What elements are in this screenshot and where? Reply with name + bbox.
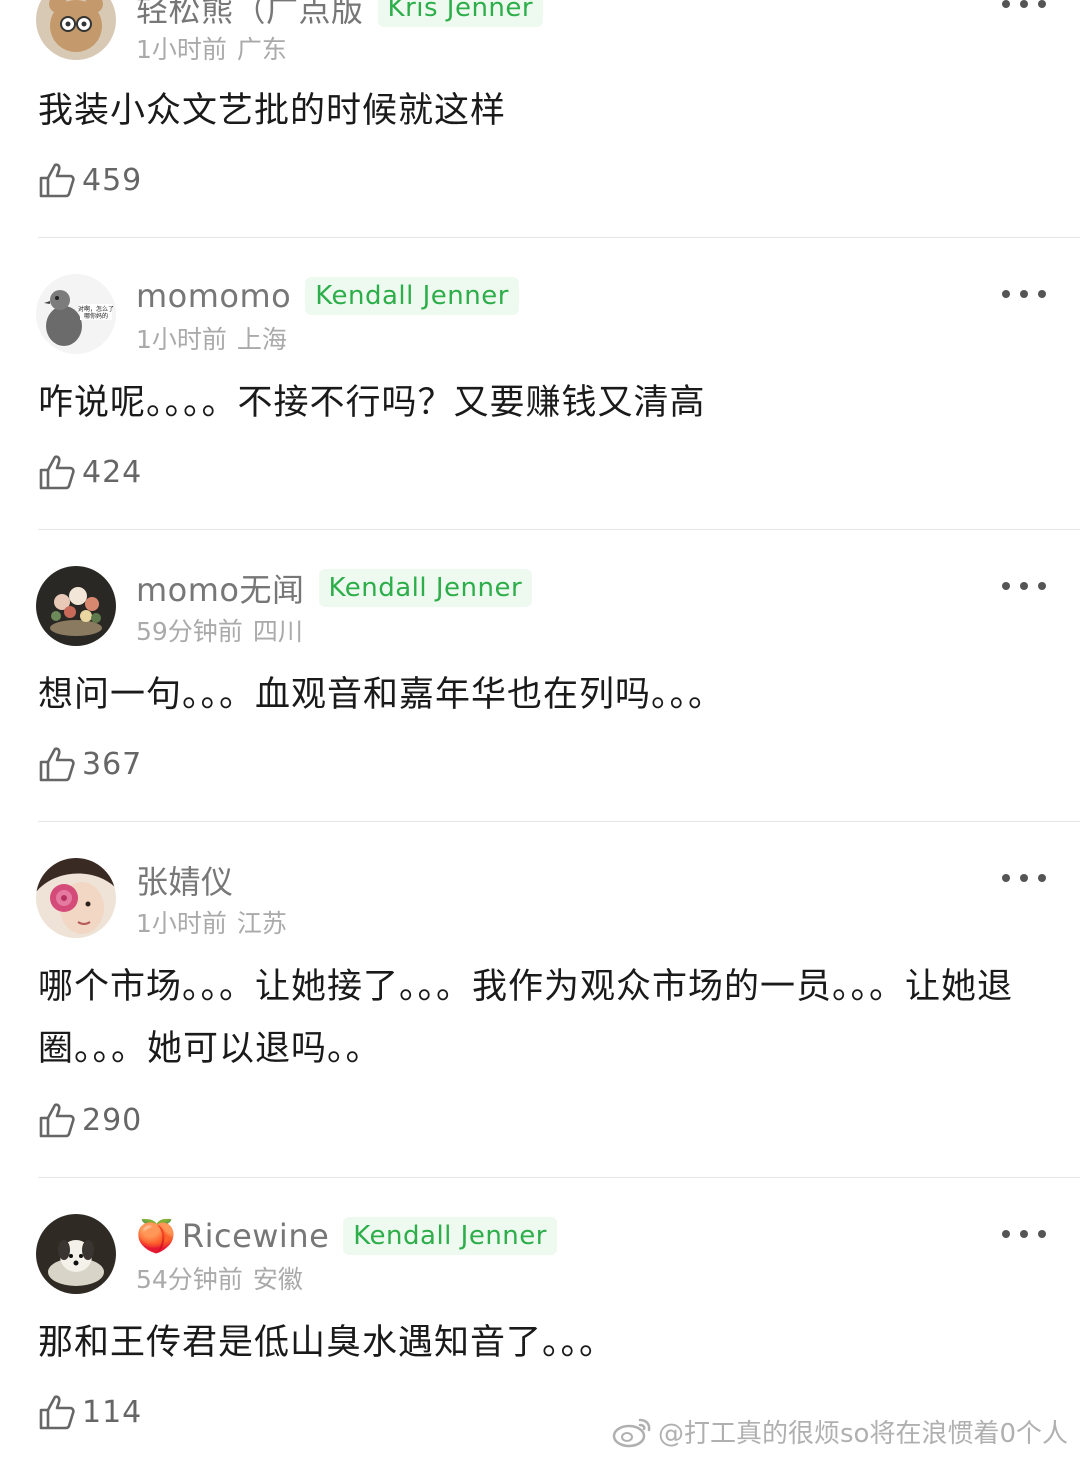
comment-meta: 1小时前 上海	[136, 320, 287, 356]
like-count: 367	[82, 746, 143, 782]
comment-location: 江苏	[236, 909, 287, 938]
comment-text: 我装小众文艺批的时候就这样	[38, 91, 507, 131]
username[interactable]: 轻松熊（广点版	[136, 0, 364, 31]
watermark-text: @打工真的很烦so将在浪惯着0个人	[658, 1419, 1068, 1449]
more-dots-icon[interactable]	[1002, 284, 1046, 304]
comment-meta: 1小时前 江苏	[136, 904, 287, 940]
more-dots-icon[interactable]	[1002, 576, 1046, 596]
svg-text:对啊，怎么了: 对啊，怎么了	[78, 305, 114, 313]
comment-meta: 59分钟前 四川	[136, 612, 303, 648]
like-button[interactable]: 367	[38, 744, 142, 784]
comment-text: 咋说呢。。。。不接不行吗？又要赚钱又清高	[38, 383, 706, 423]
fan-badge[interactable]: Kendall Jenner	[305, 277, 519, 315]
comment-item: momo无闻 Kendall Jenner 59分钟前 四川 想问一句。。。血观音…	[0, 530, 1080, 822]
comment-time: 1小时前	[136, 325, 227, 354]
comment-location: 广东	[236, 35, 287, 64]
thumbs-up-icon	[39, 163, 75, 198]
comment-text: 哪个市场。。。让她接了。。。我作为观众市场的一员。。。让她退圈。。。她可以退吗。…	[38, 967, 1014, 1069]
avatar[interactable]	[36, 566, 116, 646]
comment-item: 对啊，怎么了 哪你妈的 momomo Kendall Jenner 1小时前 上海…	[0, 238, 1080, 530]
more-dots-icon[interactable]	[1002, 868, 1046, 888]
like-button[interactable]: 424	[38, 452, 142, 492]
thumbs-up-icon	[39, 1103, 75, 1138]
name-row: 🍑 Ricewine Kendall Jenner	[136, 1214, 557, 1258]
comment-time: 1小时前	[136, 909, 227, 938]
pigeon-avatar-icon: 对啊，怎么了 哪你妈的	[36, 274, 116, 354]
thumbs-up-icon	[39, 1395, 75, 1430]
name-row: momomo Kendall Jenner	[136, 274, 519, 318]
comment-meta: 1小时前 广东	[136, 30, 287, 66]
more-dots-icon[interactable]	[1002, 0, 1046, 14]
like-count: 114	[82, 1394, 143, 1430]
fan-badge[interactable]: Kris Jenner	[377, 0, 544, 27]
name-row: 轻松熊（广点版 Kris Jenner	[136, 0, 544, 31]
comment-location: 上海	[236, 325, 287, 354]
like-count: 459	[82, 162, 143, 198]
comment-time: 1小时前	[136, 35, 227, 64]
comment-location: 四川	[252, 617, 303, 646]
flower-painting-avatar-icon	[36, 566, 116, 646]
avatar[interactable]: 对啊，怎么了 哪你妈的	[36, 274, 116, 354]
username[interactable]: 张婧仪	[136, 857, 234, 903]
watermark: @打工真的很烦so将在浪惯着0个人	[612, 1413, 1068, 1450]
avatar[interactable]	[36, 858, 116, 938]
peach-emoji-icon: 🍑	[136, 1217, 176, 1255]
fan-badge[interactable]: Kendall Jenner	[343, 1217, 557, 1255]
comment-time: 59分钟前	[136, 617, 243, 646]
comment-location: 安徽	[252, 1265, 303, 1294]
avatar[interactable]	[36, 0, 116, 60]
weibo-logo-icon	[612, 1418, 651, 1447]
name-row: 张婧仪	[136, 858, 234, 902]
username[interactable]: momomo	[136, 277, 291, 315]
more-dots-icon[interactable]	[1002, 1224, 1046, 1244]
comment-text: 想问一句。。。血观音和嘉年华也在列吗。。。	[38, 675, 725, 715]
like-button[interactable]: 459	[38, 160, 142, 200]
dog-avatar-icon	[36, 1214, 116, 1294]
avatar[interactable]	[36, 1214, 116, 1294]
name-row: momo无闻 Kendall Jenner	[136, 565, 533, 611]
comment-time: 54分钟前	[136, 1265, 243, 1294]
thumbs-up-icon	[39, 747, 75, 782]
username[interactable]: momo无闻	[136, 565, 305, 611]
comment-item: 轻松熊（广点版 Kris Jenner 1小时前 广东 我装小众文艺批的时候就这样…	[0, 0, 1080, 238]
username[interactable]: Ricewine	[182, 1217, 329, 1255]
comment-text: 那和王传君是低山臭水遇知音了。。。	[38, 1323, 616, 1363]
like-button[interactable]: 114	[38, 1392, 142, 1432]
fan-badge[interactable]: Kendall Jenner	[318, 569, 533, 607]
comment-meta: 54分钟前 安徽	[136, 1260, 303, 1296]
like-count: 290	[82, 1102, 143, 1138]
svg-text:哪你妈的: 哪你妈的	[84, 312, 108, 320]
comment-item: 张婧仪 1小时前 江苏 哪个市场。。。让她接了。。。我作为观众市场的一员。。。让她…	[0, 822, 1080, 1178]
like-button[interactable]: 290	[38, 1100, 142, 1140]
thumbs-up-icon	[39, 455, 75, 490]
like-count: 424	[82, 454, 143, 490]
portrait-avatar-icon	[36, 858, 116, 938]
bear-avatar-icon	[36, 0, 116, 60]
